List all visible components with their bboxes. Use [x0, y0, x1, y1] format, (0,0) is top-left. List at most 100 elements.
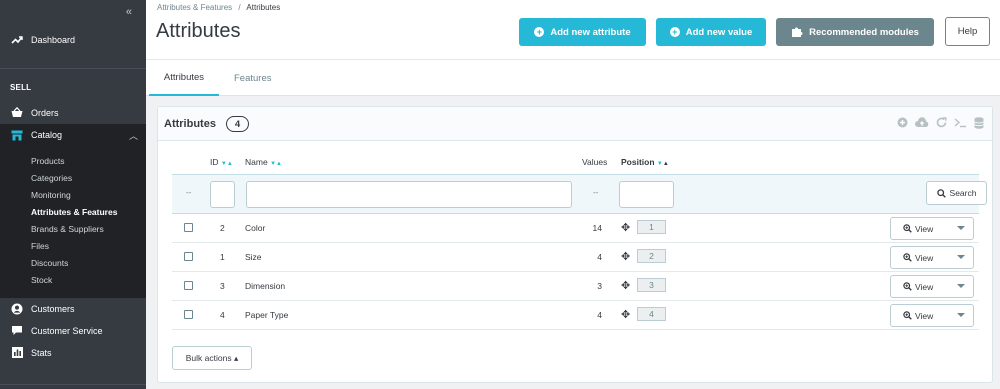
drag-handle-icon[interactable]: ✥ [621, 279, 630, 292]
column-label: ID [210, 157, 219, 167]
sidebar-item-label: Dashboard [31, 34, 76, 45]
view-button-group[interactable]: View [890, 246, 974, 269]
cell-values: 4 [597, 310, 602, 320]
submenu-item-discounts[interactable]: Discounts [31, 258, 68, 268]
drag-handle-icon[interactable]: ✥ [621, 250, 630, 263]
view-button[interactable]: View [903, 224, 933, 235]
dropdown-caret-icon[interactable] [957, 226, 965, 230]
cell-values: 3 [597, 281, 602, 291]
button-label: View [915, 253, 934, 263]
sidebar-item-stats[interactable]: Stats [0, 342, 146, 363]
submenu-item-files[interactable]: Files [31, 241, 49, 251]
submenu-item-attributes-features[interactable]: Attributes & Features [31, 207, 117, 217]
tab-attributes[interactable]: Attributes [149, 60, 219, 96]
cell-name: Color [245, 223, 266, 233]
row-checkbox[interactable] [184, 252, 193, 261]
filter-placeholder: -- [186, 188, 192, 197]
dropdown-caret-icon[interactable] [957, 313, 965, 317]
attributes-panel: Attributes 4 ID ▼▲ Name ▼▲ Values Positi… [157, 106, 993, 383]
sidebar-item-orders[interactable]: Orders [0, 102, 146, 123]
store-icon [11, 129, 23, 141]
bar-chart-icon [11, 347, 23, 359]
breadcrumb-current: Attributes [246, 3, 281, 12]
view-button[interactable]: View [903, 253, 933, 264]
catalog-submenu: Products Categories Monitoring Attribute… [0, 146, 146, 298]
puzzle-icon [791, 26, 803, 38]
database-icon[interactable] [974, 117, 984, 132]
row-checkbox[interactable] [184, 281, 193, 290]
zoom-in-icon [903, 282, 912, 293]
sort-arrows-icon[interactable]: ▼▲ [657, 161, 669, 167]
add-new-attribute-button[interactable]: + Add new attribute [519, 18, 646, 46]
plus-circle-icon: + [534, 27, 545, 37]
view-button-group[interactable]: View [890, 304, 974, 327]
cloud-upload-icon[interactable] [915, 117, 929, 132]
row-checkbox[interactable] [184, 310, 193, 319]
sidebar-divider [0, 68, 146, 69]
sidebar-item-label: Customers [31, 303, 75, 314]
button-label: Search [949, 188, 977, 198]
panel-title: Attributes [164, 118, 216, 130]
breadcrumb: Attributes & Features / Attributes [157, 3, 280, 12]
filter-position-input[interactable] [619, 181, 674, 208]
terminal-icon[interactable] [954, 117, 967, 132]
zoom-in-icon [903, 311, 912, 322]
tab-bar: Attributes Features [146, 59, 1000, 96]
sidebar-item-catalog[interactable]: Catalog ︿ [0, 124, 146, 146]
filter-id-input[interactable] [210, 181, 235, 208]
sidebar-item-customer-service[interactable]: Customer Service [0, 320, 146, 341]
sidebar-item-customers[interactable]: Customers [0, 298, 146, 319]
submenu-item-monitoring[interactable]: Monitoring [31, 190, 71, 200]
dropdown-caret-icon[interactable] [957, 284, 965, 288]
cell-id: 4 [220, 310, 225, 320]
sidebar: « Dashboard SELL Orders Catalog ︿ Produc… [0, 0, 146, 389]
trending-up-icon [11, 34, 23, 46]
sidebar-item-dashboard[interactable]: Dashboard [0, 29, 146, 50]
sidebar-item-label: Stats [31, 347, 52, 358]
panel-toolbar [897, 117, 984, 132]
refresh-icon[interactable] [936, 117, 947, 132]
cell-name: Paper Type [245, 310, 289, 320]
button-label: View [915, 282, 934, 292]
sidebar-section-sell: SELL [10, 83, 32, 92]
dropdown-caret-icon[interactable] [957, 255, 965, 259]
cell-values: 4 [597, 252, 602, 262]
add-circle-icon[interactable] [897, 117, 908, 132]
column-label: Position [621, 157, 655, 167]
view-button-group[interactable]: View [890, 217, 974, 240]
view-button-group[interactable]: View [890, 275, 974, 298]
collapse-sidebar-icon[interactable]: « [126, 6, 132, 18]
sidebar-divider [0, 384, 146, 385]
button-label: Add new attribute [550, 26, 631, 38]
recommended-modules-button[interactable]: Recommended modules [776, 18, 934, 46]
sidebar-item-label: Customer Service [31, 325, 103, 336]
filter-name-input[interactable] [246, 181, 572, 208]
sort-arrows-icon[interactable]: ▼▲ [221, 161, 233, 167]
button-label: View [915, 224, 934, 234]
add-new-value-button[interactable]: + Add new value [656, 18, 766, 46]
tab-features[interactable]: Features [234, 60, 272, 96]
view-button[interactable]: View [903, 282, 933, 293]
view-button[interactable]: View [903, 311, 933, 322]
search-button[interactable]: Search [926, 181, 987, 205]
column-header-id[interactable]: ID ▼▲ [210, 157, 233, 167]
page-title: Attributes [156, 20, 241, 42]
drag-handle-icon[interactable]: ✥ [621, 308, 630, 321]
column-header-name[interactable]: Name ▼▲ [245, 157, 282, 167]
cell-name: Dimension [245, 281, 286, 291]
column-header-position[interactable]: Position ▼▲ [621, 157, 669, 167]
help-button[interactable]: Help [945, 17, 990, 46]
drag-handle-icon[interactable]: ✥ [621, 221, 630, 234]
breadcrumb-parent[interactable]: Attributes & Features [157, 3, 232, 12]
submenu-item-brands-suppliers[interactable]: Brands & Suppliers [31, 224, 104, 234]
zoom-in-icon [903, 253, 912, 264]
submenu-item-products[interactable]: Products [31, 156, 65, 166]
bulk-actions-button[interactable]: Bulk actions ▴ [172, 346, 252, 370]
submenu-item-categories[interactable]: Categories [31, 173, 72, 183]
position-field: 2 [637, 249, 666, 263]
row-checkbox[interactable] [184, 223, 193, 232]
basket-icon [11, 107, 23, 119]
submenu-item-stock[interactable]: Stock [31, 275, 52, 285]
sidebar-item-label: Orders [31, 107, 59, 118]
sort-arrows-icon[interactable]: ▼▲ [270, 161, 282, 167]
